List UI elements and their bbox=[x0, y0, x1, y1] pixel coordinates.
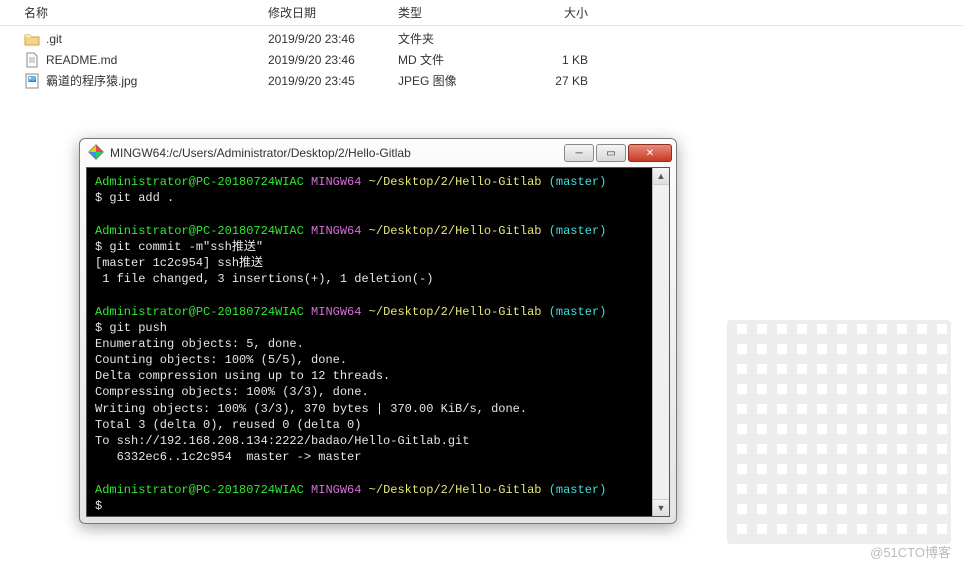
minimize-button[interactable]: ─ bbox=[564, 144, 594, 162]
output-line: Total 3 (delta 0), reused 0 (delta 0) bbox=[95, 417, 644, 433]
output-line: Counting objects: 100% (5/5), done. bbox=[95, 352, 644, 368]
prompt-line: Administrator@PC-20180724WIAC MINGW64 ~/… bbox=[95, 174, 644, 190]
document-icon bbox=[24, 52, 40, 68]
file-date: 2019/9/20 23:45 bbox=[268, 74, 398, 88]
mingw-icon bbox=[88, 144, 104, 163]
window-title: MINGW64:/c/Users/Administrator/Desktop/2… bbox=[110, 146, 556, 160]
image-icon bbox=[24, 73, 40, 89]
prompt-line: Administrator@PC-20180724WIAC MINGW64 ~/… bbox=[95, 304, 644, 320]
file-row[interactable]: 霸道的程序猿.jpg 2019/9/20 23:45 JPEG 图像 27 KB bbox=[0, 70, 963, 91]
file-explorer: 名称 修改日期 类型 大小 .git 2019/9/20 23:46 文件夹 R… bbox=[0, 0, 963, 93]
scroll-up-icon[interactable]: ▲ bbox=[653, 168, 669, 185]
column-header-date[interactable]: 修改日期 bbox=[268, 4, 398, 21]
file-type: JPEG 图像 bbox=[398, 72, 508, 89]
titlebar[interactable]: MINGW64:/c/Users/Administrator/Desktop/2… bbox=[80, 139, 676, 167]
command-line: $ git commit -m"ssh推送" bbox=[95, 239, 644, 255]
output-line: Enumerating objects: 5, done. bbox=[95, 336, 644, 352]
watermark-text: @51CTO博客 bbox=[870, 542, 951, 561]
output-line: To ssh://192.168.208.134:2222/badao/Hell… bbox=[95, 433, 644, 449]
explorer-header: 名称 修改日期 类型 大小 bbox=[0, 0, 963, 26]
output-line: Delta compression using up to 12 threads… bbox=[95, 368, 644, 384]
terminal-body[interactable]: Administrator@PC-20180724WIAC MINGW64 ~/… bbox=[86, 167, 670, 517]
command-line: $ git add . bbox=[95, 190, 644, 206]
column-header-type[interactable]: 类型 bbox=[398, 4, 508, 21]
output-line: Compressing objects: 100% (3/3), done. bbox=[95, 384, 644, 400]
scrollbar[interactable]: ▲ ▼ bbox=[652, 168, 669, 516]
close-button[interactable]: ✕ bbox=[628, 144, 672, 162]
file-row[interactable]: README.md 2019/9/20 23:46 MD 文件 1 KB bbox=[0, 49, 963, 70]
file-type: 文件夹 bbox=[398, 30, 508, 47]
file-name: 霸道的程序猿.jpg bbox=[46, 72, 137, 89]
explorer-rows: .git 2019/9/20 23:46 文件夹 README.md 2019/… bbox=[0, 26, 963, 93]
terminal-window: MINGW64:/c/Users/Administrator/Desktop/2… bbox=[79, 138, 677, 524]
column-header-size[interactable]: 大小 bbox=[508, 4, 588, 21]
file-size: 27 KB bbox=[508, 74, 588, 88]
output-line: 6332ec6..1c2c954 master -> master bbox=[95, 449, 644, 465]
file-name: .git bbox=[46, 32, 62, 46]
command-line: $ bbox=[95, 498, 644, 514]
qr-code-watermark bbox=[727, 320, 951, 544]
file-size: 1 KB bbox=[508, 53, 588, 67]
file-date: 2019/9/20 23:46 bbox=[268, 53, 398, 67]
prompt-line: Administrator@PC-20180724WIAC MINGW64 ~/… bbox=[95, 482, 644, 498]
output-line: [master 1c2c954] ssh推送 bbox=[95, 255, 644, 271]
file-name: README.md bbox=[46, 53, 117, 67]
maximize-button[interactable]: ▭ bbox=[596, 144, 626, 162]
file-date: 2019/9/20 23:46 bbox=[268, 32, 398, 46]
file-type: MD 文件 bbox=[398, 51, 508, 68]
file-row[interactable]: .git 2019/9/20 23:46 文件夹 bbox=[0, 28, 963, 49]
scroll-down-icon[interactable]: ▼ bbox=[653, 499, 669, 516]
output-line: 1 file changed, 3 insertions(+), 1 delet… bbox=[95, 271, 644, 287]
window-controls: ─ ▭ ✕ bbox=[562, 144, 672, 162]
prompt-line: Administrator@PC-20180724WIAC MINGW64 ~/… bbox=[95, 223, 644, 239]
terminal-content[interactable]: Administrator@PC-20180724WIAC MINGW64 ~/… bbox=[87, 168, 652, 516]
command-line: $ git push bbox=[95, 320, 644, 336]
folder-icon bbox=[24, 31, 40, 47]
column-header-name[interactable]: 名称 bbox=[8, 4, 268, 21]
output-line: Writing objects: 100% (3/3), 370 bytes |… bbox=[95, 401, 644, 417]
